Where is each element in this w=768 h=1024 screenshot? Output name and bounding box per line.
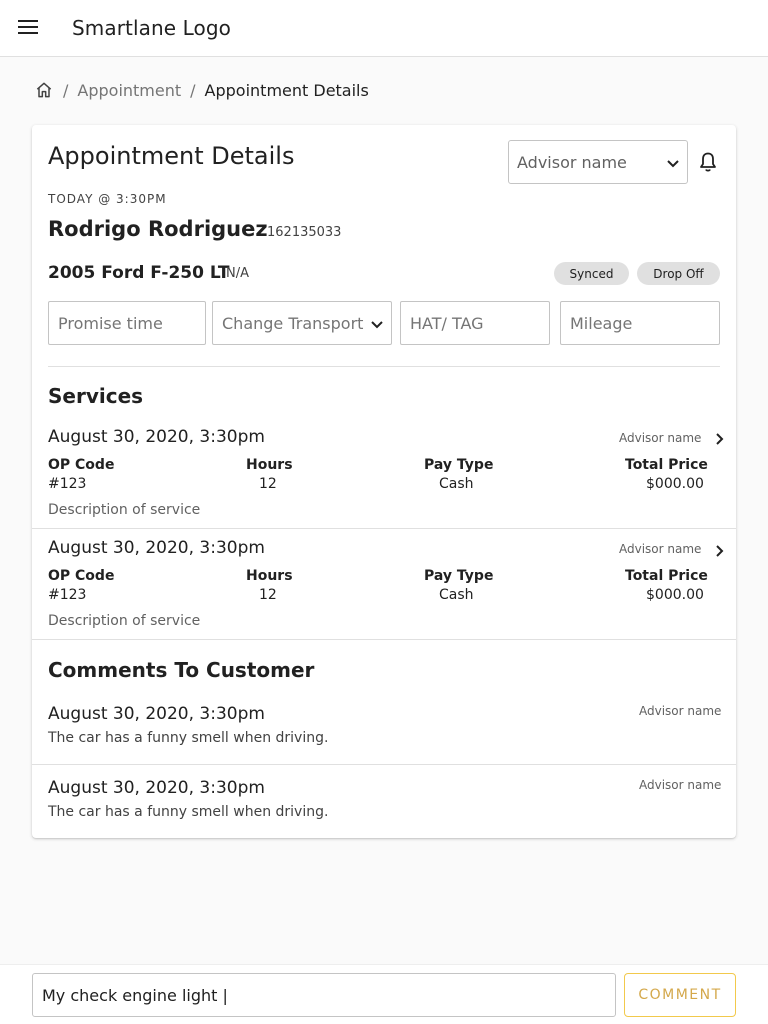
service-description: Description of service — [48, 613, 201, 629]
service-date: August 30, 2020, 3:30pm — [48, 538, 265, 558]
services-title: Services — [48, 384, 144, 408]
pay-type-value: Cash — [439, 587, 474, 603]
change-transport-select[interactable]: Change Transport — [212, 301, 392, 345]
comment-composer: My check engine light | COMMENT — [0, 964, 768, 1024]
divider — [32, 528, 736, 529]
service-date: August 30, 2020, 3:30pm — [48, 427, 265, 447]
divider — [32, 639, 736, 640]
total-price-value: $000.00 — [646, 587, 704, 603]
service-description: Description of service — [48, 502, 201, 518]
comments-title: Comments To Customer — [48, 658, 315, 682]
comment-text: The car has a funny smell when driving. — [48, 804, 329, 820]
op-code-value: #123 — [48, 476, 87, 492]
app-bar: Smartlane Logo — [0, 0, 768, 57]
op-code-header: OP Code — [48, 568, 115, 584]
vehicle-sub: N/A — [226, 266, 249, 281]
chevron-down-icon — [371, 321, 383, 329]
comment-date: August 30, 2020, 3:30pm — [48, 704, 265, 724]
hat-tag-field[interactable]: HAT/ TAG — [400, 301, 550, 345]
bell-icon[interactable] — [698, 151, 718, 173]
synced-badge: Synced — [554, 262, 629, 285]
customer-name: Rodrigo Rodriguez — [48, 217, 268, 241]
breadcrumb-current: Appointment Details — [204, 80, 369, 100]
hat-tag-placeholder: HAT/ TAG — [410, 314, 484, 333]
breadcrumb-appointment-link[interactable]: Appointment — [77, 81, 181, 100]
drop-off-chip[interactable]: Drop Off — [637, 262, 720, 285]
advisor-select[interactable]: Advisor name — [508, 140, 688, 184]
mileage-field[interactable]: Mileage — [560, 301, 720, 345]
hours-value: 12 — [259, 587, 277, 603]
comment-date: August 30, 2020, 3:30pm — [48, 778, 265, 798]
vehicle-name: 2005 Ford F-250 LT — [48, 263, 230, 283]
home-icon[interactable] — [34, 80, 54, 100]
appointment-time: TODAY @ 3:30PM — [48, 192, 167, 206]
total-price-header: Total Price — [625, 568, 708, 584]
pay-type-header: Pay Type — [424, 457, 494, 473]
op-code-value: #123 — [48, 587, 87, 603]
breadcrumb: / Appointment / Appointment Details — [34, 78, 369, 102]
op-code-header: OP Code — [48, 457, 115, 473]
page-title: Appointment Details — [48, 142, 295, 170]
menu-icon[interactable] — [18, 20, 38, 36]
promise-time-field[interactable]: Promise time — [48, 301, 206, 345]
breadcrumb-separator: / — [190, 80, 196, 100]
comment-input-value: My check engine light | — [42, 986, 228, 1005]
customer-id: 162135033 — [267, 225, 342, 240]
breadcrumb-separator: / — [63, 80, 69, 100]
divider — [48, 366, 720, 367]
comment-text: The car has a funny smell when driving. — [48, 730, 329, 746]
change-transport-placeholder: Change Transport — [222, 314, 364, 333]
service-advisor: Advisor name — [619, 431, 702, 445]
hours-header: Hours — [246, 457, 293, 473]
comment-advisor: Advisor name — [639, 704, 722, 718]
pay-type-value: Cash — [439, 476, 474, 492]
chevron-right-icon[interactable] — [713, 544, 727, 558]
promise-time-placeholder: Promise time — [58, 314, 163, 333]
comment-button[interactable]: COMMENT — [624, 973, 736, 1017]
appointment-card: Appointment Details Advisor name TODAY @… — [32, 125, 736, 838]
advisor-select-value: Advisor name — [517, 153, 627, 172]
mileage-placeholder: Mileage — [570, 314, 633, 333]
app-logo[interactable]: Smartlane Logo — [72, 16, 231, 40]
comment-input[interactable]: My check engine light | — [32, 973, 616, 1017]
chevron-down-icon — [667, 160, 679, 168]
divider — [32, 764, 736, 765]
chevron-right-icon[interactable] — [713, 432, 727, 446]
hours-value: 12 — [259, 476, 277, 492]
pay-type-header: Pay Type — [424, 568, 494, 584]
total-price-value: $000.00 — [646, 476, 704, 492]
comment-advisor: Advisor name — [639, 778, 722, 792]
hours-header: Hours — [246, 568, 293, 584]
service-advisor: Advisor name — [619, 542, 702, 556]
total-price-header: Total Price — [625, 457, 708, 473]
